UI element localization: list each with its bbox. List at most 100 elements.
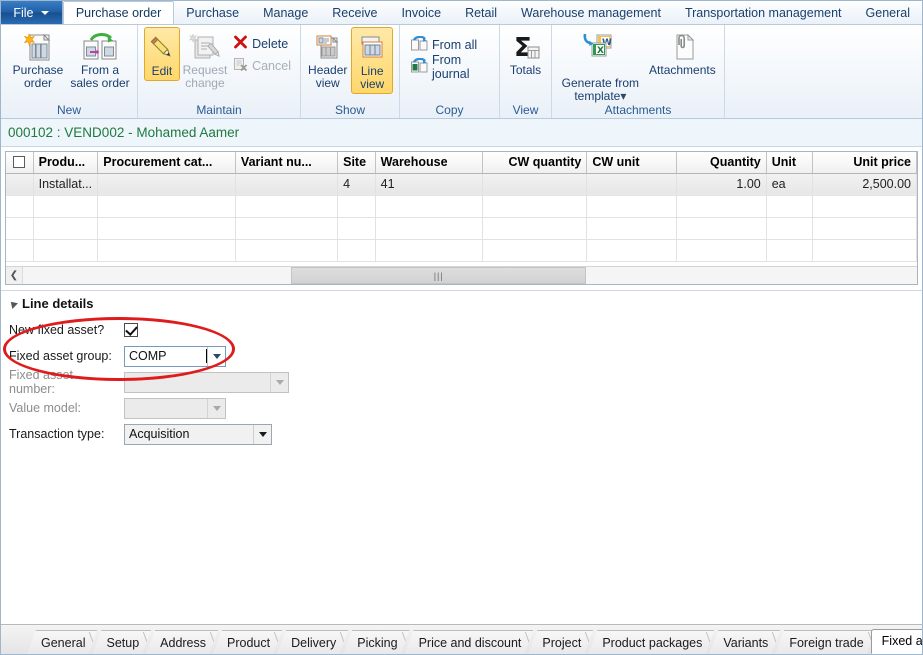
table-row-empty[interactable] [6, 217, 917, 240]
cell-empty[interactable] [97, 195, 236, 218]
edit-button[interactable]: Edit [144, 27, 180, 81]
delete-button[interactable]: Delete [230, 33, 294, 55]
cell-empty[interactable] [812, 217, 917, 240]
collapse-triangle-icon[interactable] [8, 298, 18, 309]
cell-empty[interactable] [676, 195, 767, 218]
column-header[interactable]: Procurement cat... [97, 152, 236, 174]
ribbon-tab-warehouse-management[interactable]: Warehouse management [509, 1, 673, 24]
table-row-empty[interactable] [6, 239, 917, 262]
cell-empty[interactable] [766, 195, 813, 218]
grid-horizontal-scrollbar[interactable]: ❮ ||| [6, 266, 917, 284]
cell-variant-number[interactable] [235, 173, 339, 196]
column-header[interactable]: Quantity [676, 152, 767, 174]
cell-empty[interactable] [766, 217, 813, 240]
cell-empty[interactable] [375, 217, 484, 240]
attachments-button[interactable]: Attachments [647, 27, 718, 77]
cell-empty[interactable] [33, 195, 99, 218]
column-header[interactable]: Variant nu... [235, 152, 339, 174]
column-header[interactable]: CW unit [586, 152, 678, 174]
column-header[interactable]: Produ... [33, 152, 99, 174]
cell-empty[interactable] [337, 239, 376, 262]
generate-from-template-button[interactable]: W X Generate from template▾ [558, 27, 643, 103]
bottom-tab-address[interactable]: Address [146, 630, 218, 654]
cell-empty[interactable] [482, 239, 588, 262]
fixed-asset-group-dropdown-arrow[interactable] [207, 346, 225, 366]
transaction-type-combobox[interactable]: Acquisition [124, 423, 272, 445]
header-view-button[interactable]: Header view [307, 27, 348, 90]
line-view-button[interactable]: Line view [351, 27, 393, 94]
bottom-tab-delivery[interactable]: Delivery [277, 630, 348, 654]
cell-quantity[interactable]: 1.00 [676, 173, 767, 196]
cell-empty[interactable] [676, 217, 767, 240]
cell-empty[interactable] [6, 239, 34, 262]
bottom-tab-fixed-assets[interactable]: Fixed assets [870, 629, 922, 654]
bottom-tab-variants[interactable]: Variants [709, 630, 780, 654]
select-all-checkbox[interactable] [13, 156, 26, 169]
column-header[interactable]: CW quantity [482, 152, 588, 174]
cell-procurement-category[interactable] [97, 173, 236, 196]
cell-unit-price[interactable]: 2,500.00 [812, 173, 917, 196]
totals-button[interactable]: Σ Totals [506, 27, 545, 77]
bottom-tab-foreign-trade[interactable]: Foreign trade [775, 630, 875, 654]
cell-warehouse[interactable]: 41 [375, 173, 484, 196]
scrollbar-track[interactable]: ||| [23, 267, 917, 284]
cell-empty[interactable] [235, 217, 339, 240]
cell-empty[interactable] [33, 217, 99, 240]
ribbon-tab-manage[interactable]: Manage [251, 1, 320, 24]
cell-empty[interactable] [97, 217, 236, 240]
cell-unit[interactable]: ea [766, 173, 813, 196]
row-select-cell[interactable] [6, 173, 34, 196]
cell-empty[interactable] [6, 195, 34, 218]
column-header[interactable]: Unit price [812, 152, 917, 174]
cell-empty[interactable] [6, 217, 34, 240]
cell-empty[interactable] [676, 239, 767, 262]
ribbon-tab-general[interactable]: General [854, 1, 922, 24]
cell-empty[interactable] [482, 217, 588, 240]
cell-site[interactable]: 4 [337, 173, 376, 196]
cell-empty[interactable] [337, 217, 376, 240]
scroll-left-arrow-icon[interactable]: ❮ [6, 267, 23, 284]
bottom-tab-setup[interactable]: Setup [92, 630, 151, 654]
cell-empty[interactable] [235, 239, 339, 262]
bottom-tab-project[interactable]: Project [528, 630, 593, 654]
cell-empty[interactable] [375, 195, 484, 218]
cell-empty[interactable] [97, 239, 236, 262]
cell-product[interactable]: Installat... [33, 173, 99, 196]
select-all-header[interactable] [6, 152, 34, 174]
cell-empty[interactable] [586, 195, 678, 218]
cell-empty[interactable] [375, 239, 484, 262]
table-row[interactable]: Installat... 4 41 1.00 ea 2,500.00 [6, 173, 917, 196]
cell-empty[interactable] [812, 195, 917, 218]
fixed-asset-group-combobox[interactable]: COMP [124, 345, 226, 367]
cell-empty[interactable] [586, 239, 678, 262]
ribbon-tab-purchase-order[interactable]: Purchase order [62, 1, 175, 24]
new-fixed-asset-checkbox[interactable] [124, 323, 138, 337]
ribbon-tab-purchase[interactable]: Purchase [174, 1, 251, 24]
cell-empty[interactable] [482, 195, 588, 218]
cell-empty[interactable] [766, 239, 813, 262]
bottom-tab-general[interactable]: General [27, 630, 97, 654]
bottom-tab-product[interactable]: Product [213, 630, 282, 654]
ribbon-tab-transportation-management[interactable]: Transportation management [673, 1, 854, 24]
purchase-order-button[interactable]: Purchase order [7, 27, 69, 90]
cell-empty[interactable] [586, 217, 678, 240]
column-header[interactable]: Unit [766, 152, 813, 174]
cell-empty[interactable] [33, 239, 99, 262]
ribbon-tab-retail[interactable]: Retail [453, 1, 509, 24]
bottom-tab-picking[interactable]: Picking [343, 630, 409, 654]
table-row-empty[interactable] [6, 195, 917, 218]
ribbon-tab-invoice[interactable]: Invoice [389, 1, 453, 24]
cell-empty[interactable] [235, 195, 339, 218]
cell-empty[interactable] [812, 239, 917, 262]
ribbon-tab-receive[interactable]: Receive [320, 1, 389, 24]
line-details-header[interactable]: Line details [1, 291, 922, 317]
cell-cw-quantity[interactable] [482, 173, 588, 196]
bottom-tab-price-and-discount[interactable]: Price and discount [405, 630, 534, 654]
cell-empty[interactable] [337, 195, 376, 218]
from-journal-button[interactable]: From journal [408, 53, 493, 81]
column-header[interactable]: Site [337, 152, 376, 174]
dropdown-caret-icon[interactable]: ▾ [620, 89, 626, 103]
scrollbar-thumb[interactable]: ||| [291, 267, 587, 284]
transaction-type-dropdown-arrow[interactable] [253, 424, 271, 444]
file-menu-button[interactable]: File [1, 1, 63, 24]
